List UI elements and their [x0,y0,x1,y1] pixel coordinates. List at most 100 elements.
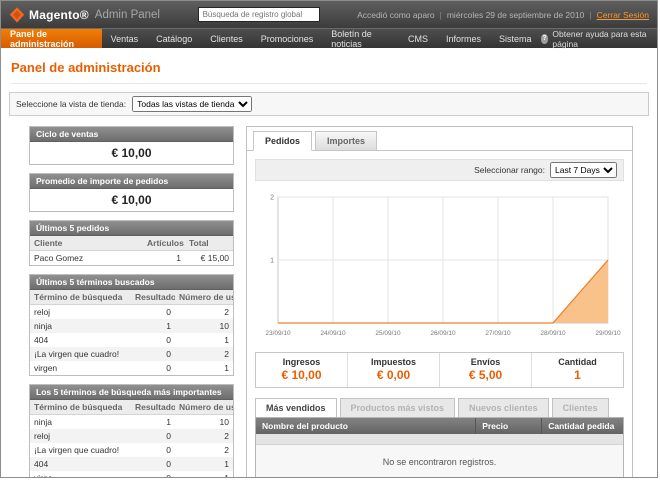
nav-item-boletin[interactable]: Boletín de noticias [322,29,399,48]
col-header: Número de usos [175,290,233,305]
table-row[interactable]: Paco Gomez 1 € 15,00 [30,251,233,266]
average-orders-value: € 10,00 [30,189,233,211]
nav-item-catalogo[interactable]: Catálogo [147,29,201,48]
tab-clientes[interactable]: Clientes [552,398,609,417]
col-header: Cliente [30,236,143,251]
store-view-select[interactable]: Todas las vistas de tienda [132,96,252,112]
cell-items: 1 [143,251,185,266]
svg-text:29/09/10: 29/09/10 [595,330,621,337]
nav-item-dashboard[interactable]: Panel de administración [1,29,102,48]
range-label: Seleccionar rango: [474,165,545,175]
table-header-row: Término de búsqueda Resultados Número de… [30,400,233,415]
col-header: Término de búsqueda [30,400,131,415]
cell-term: virge [30,471,131,478]
cell-results: 0 [131,333,175,347]
col-header: Número de usos [175,400,233,415]
orders-panel: Pedidos Importes Seleccionar rango: Last… [246,126,633,478]
last-orders-title: Últimos 5 pedidos [30,221,233,236]
cell-results: 1 [131,415,175,430]
table-row[interactable]: reloj 0 2 [30,305,233,320]
separator: | [589,10,591,20]
stat-value: € 0,00 [350,368,437,382]
col-header: Resultados [131,290,175,305]
table-row[interactable]: reloj 0 2 [30,429,233,443]
global-search-input[interactable] [198,7,320,22]
nav-item-sistema[interactable]: Sistema [490,29,541,48]
nav-item-promociones[interactable]: Promociones [252,29,323,48]
cell-term: reloj [30,305,131,320]
col-header: Artículos [143,236,185,251]
last-orders-table: Cliente Artículos Total Paco Gomez 1 € 1… [30,236,233,265]
cell-results: 0 [131,471,175,478]
table-row[interactable]: 404 0 1 [30,457,233,471]
stat-envios: Envíos € 5,00 [439,353,531,387]
top-search-terms-box: Los 5 términos de búsqueda más important… [29,384,234,478]
stat-value: 1 [534,368,621,382]
separator: | [440,10,442,20]
table-row[interactable]: ninja 1 10 [30,319,233,333]
tab-nuevos-clientes[interactable]: Nuevos clientes [458,398,549,417]
col-header-price: Precio [476,418,542,434]
top-header: Magento® Admin Panel Accedió como aparo … [1,1,657,28]
stat-impuestos: Impuestos € 0,00 [347,353,439,387]
main-nav: Panel de administración Ventas Catálogo … [1,28,657,48]
cell-uses: 1 [175,333,233,347]
col-header-product: Nombre del producto [256,418,476,434]
cell-results: 1 [131,319,175,333]
stat-value: € 5,00 [442,368,529,382]
table-row[interactable]: ninja 1 10 [30,415,233,430]
orders-panel-body: Seleccionar rango: Last 7 Days 1223/09/1… [247,151,632,478]
nav-item-informes[interactable]: Informes [437,29,490,48]
table-row[interactable]: virgen 0 1 [30,361,233,375]
page-help-link[interactable]: ? Obtener ayuda para esta página [541,29,658,48]
orders-chart: 1223/09/1024/09/1025/09/1026/09/1027/09/… [256,189,624,339]
nav-item-cms[interactable]: CMS [399,29,437,48]
stat-label: Cantidad [534,357,621,367]
col-header: Resultados [131,400,175,415]
svg-text:27/09/10: 27/09/10 [485,330,511,337]
top-search-terms-title: Los 5 términos de búsqueda más important… [30,385,233,400]
cell-results: 0 [131,305,175,320]
tab-pedidos[interactable]: Pedidos [253,131,312,151]
magento-logo: Magento® Admin Panel [9,7,160,23]
content-area: Panel de administración Seleccione la vi… [1,48,657,478]
svg-text:28/09/10: 28/09/10 [540,330,566,337]
stat-label: Ingresos [258,357,345,367]
cell-results: 0 [131,347,175,361]
table-empty-row [256,434,623,445]
help-icon: ? [541,34,549,44]
stat-label: Envíos [442,357,529,367]
cell-results: 0 [131,457,175,471]
range-select[interactable]: Last 7 Days [550,162,617,178]
nav-item-clientes[interactable]: Clientes [201,29,252,48]
dashboard-columns: Ciclo de ventas € 10,00 Promedio de impo… [9,126,649,478]
range-selector-bar: Seleccionar rango: Last 7 Days [255,159,624,181]
cell-results: 0 [131,361,175,375]
cell-uses: 2 [175,347,233,361]
tab-mas-vendidos[interactable]: Más vendidos [255,398,337,417]
table-row[interactable]: 404 0 1 [30,333,233,347]
nav-item-ventas[interactable]: Ventas [102,29,148,48]
stat-label: Impuestos [350,357,437,367]
bestsellers-table: Nombre del producto Precio Cantidad pedi… [255,417,624,478]
orders-chart-wrap: 1223/09/1024/09/1025/09/1026/09/1027/09/… [255,181,624,346]
tab-productos-mas-vistos[interactable]: Productos más vistos [340,398,456,417]
svg-text:23/09/10: 23/09/10 [265,330,291,337]
cell-uses: 1 [175,457,233,471]
table-header-row: Cliente Artículos Total [30,236,233,251]
tab-importes[interactable]: Importes [315,131,377,151]
page-title: Panel de administración [11,60,647,84]
store-view-switcher: Seleccione la vista de tienda: Todas las… [9,92,649,116]
cell-total: € 15,00 [185,251,233,266]
products-tabs: Más vendidos Productos más vistos Nuevos… [255,398,624,417]
table-row[interactable]: ¡La virgen que cuadro! 0 2 [30,443,233,457]
logo-text: Magento® [29,8,89,22]
cell-uses: 2 [175,305,233,320]
table-header-row: Término de búsqueda Resultados Número de… [30,290,233,305]
table-row[interactable]: ¡La virgen que cuadro! 0 2 [30,347,233,361]
magento-logo-icon [9,7,25,23]
logout-link[interactable]: Cerrar Sesión [597,10,649,20]
chart-tabs: Pedidos Importes [247,127,632,151]
table-row[interactable]: virge 0 1 [30,471,233,478]
cell-term: ¡La virgen que cuadro! [30,443,131,457]
